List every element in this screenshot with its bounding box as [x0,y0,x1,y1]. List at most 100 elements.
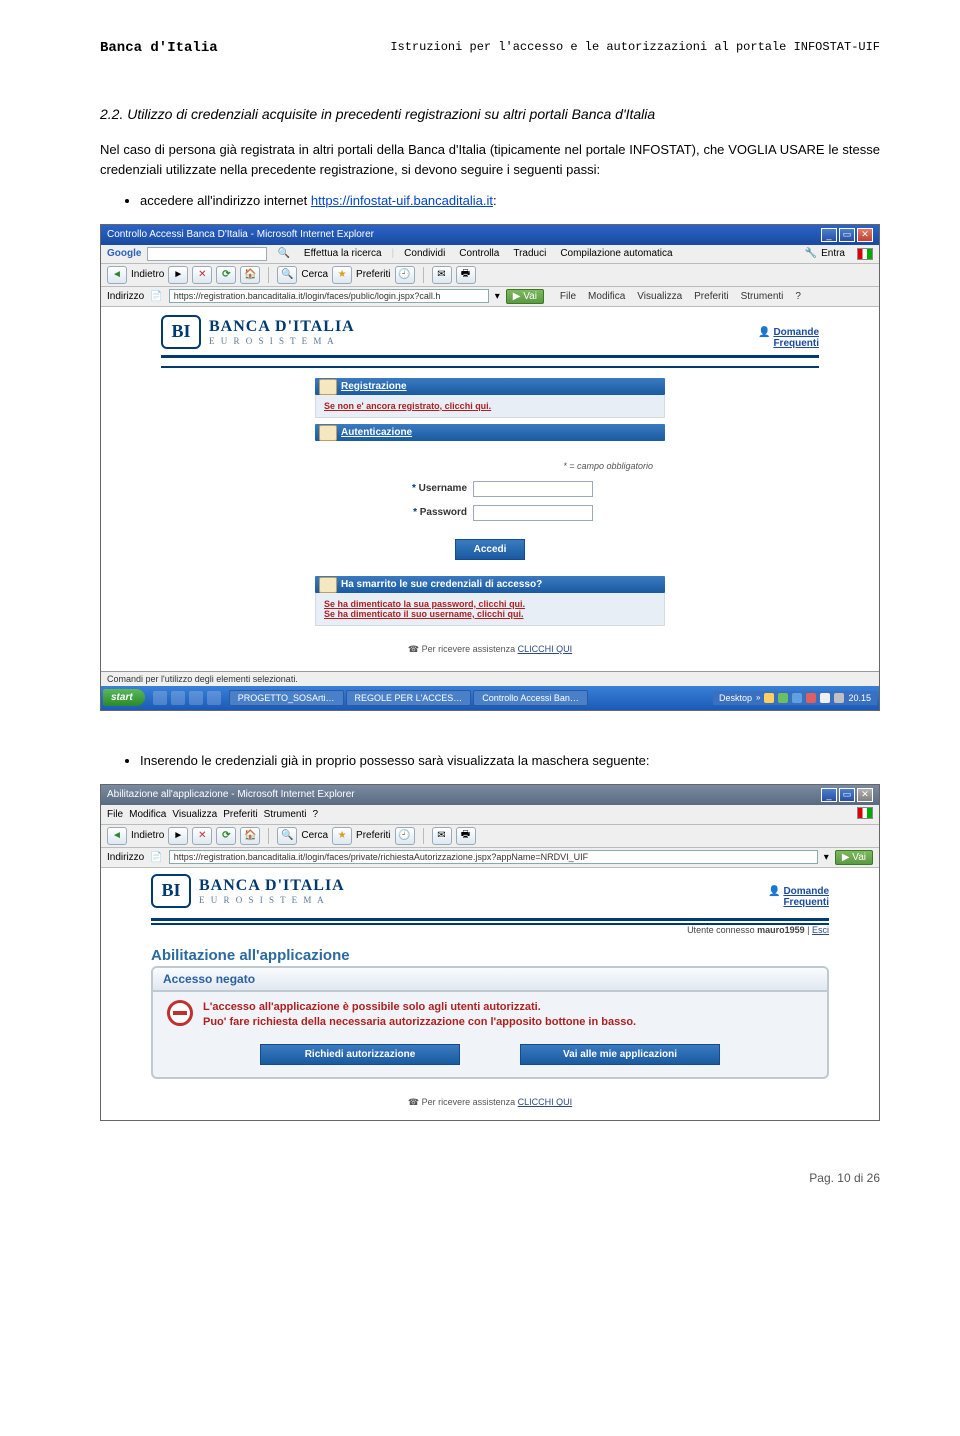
google-item[interactable]: Condividi [400,247,449,260]
ie-menubar-2: File Modifica Visualizza Preferiti Strum… [101,805,879,825]
assist-link-2[interactable]: CLICCHI QUI [518,1097,573,1107]
google-item[interactable]: Controlla [455,247,503,260]
ie-navbar-2: ◄ Indietro ► ✕ ⟳ 🏠 🔍 Cerca ★ Preferiti 🕘… [101,825,879,848]
menu-favorites[interactable]: Preferiti [694,291,728,302]
back-button[interactable]: ◄ [107,827,127,845]
app-title: Abilitazione all'applicazione [151,947,829,964]
username-input[interactable] [473,481,593,497]
step-2: Inserendo le credenziali già in proprio … [140,751,880,772]
forgot-username-link[interactable]: Se ha dimenticato il suo username, clicc… [324,609,524,619]
menu-file[interactable]: File [107,809,123,820]
ie-titlebar-2: Abilitazione all'applicazione - Microsof… [101,785,879,805]
my-apps-button[interactable]: Vai alle mie applicazioni [520,1044,720,1065]
google-item[interactable]: Effettua la ricerca [300,247,386,260]
maximize-button[interactable]: ▭ [839,788,855,802]
request-auth-button[interactable]: Richiedi autorizzazione [260,1044,460,1065]
google-item[interactable]: Compilazione automatica [556,247,676,260]
forgot-password-link[interactable]: Se ha dimenticato la sua password, clicc… [324,599,525,609]
registration-header[interactable]: Registrazione [315,378,665,395]
dropdown-icon[interactable]: ▾ [824,852,829,863]
menu-tools[interactable]: Strumenti [264,809,307,820]
history-button[interactable]: 🕘 [395,827,415,845]
menu-edit[interactable]: Modifica [588,291,625,302]
ql-icon[interactable] [189,691,203,705]
search-icon[interactable]: 🔍 [277,827,297,845]
favorites-label[interactable]: Preferiti [356,830,390,841]
faq-link[interactable]: 👤 Domande Frequenti [758,327,819,349]
history-button[interactable]: 🕘 [395,266,415,284]
ql-icon[interactable] [171,691,185,705]
favorites-label[interactable]: Preferiti [356,269,390,280]
maximize-button[interactable]: ▭ [839,228,855,242]
logo-icon: BI [161,315,201,349]
assist-link[interactable]: CLICCHI QUI [518,644,573,654]
mail-button[interactable]: ✉ [432,266,452,284]
menu-file[interactable]: File [560,291,576,302]
address-input[interactable]: https://registration.bancaditalia.it/log… [169,289,489,303]
assist-row: ☎ Per ricevere assistenza CLICCHI QUI [161,644,819,655]
stop-button[interactable]: ✕ [192,827,212,845]
register-link[interactable]: Se non e' ancora registrato, clicchi qui… [324,401,491,411]
close-button[interactable]: ✕ [857,228,873,242]
close-button[interactable]: ✕ [857,788,873,802]
password-label: Password [387,507,467,518]
google-search-btn[interactable]: 🔍 [273,247,293,260]
menu-favorites[interactable]: Preferiti [223,809,257,820]
lost-header: Ha smarrito le sue credenziali di access… [315,576,665,593]
tray-icon[interactable] [820,693,830,703]
logout-link[interactable]: Esci [812,925,829,935]
username-label: Username [387,483,467,494]
start-button[interactable]: start [103,689,145,706]
infostat-link[interactable]: https://infostat-uif.bancaditalia.it [311,193,493,208]
favorites-icon[interactable]: ★ [332,266,352,284]
menu-view[interactable]: Visualizza [172,809,217,820]
refresh-button[interactable]: ⟳ [216,266,236,284]
minimize-button[interactable]: _ [821,788,837,802]
search-icon[interactable]: 🔍 [277,266,297,284]
refresh-button[interactable]: ⟳ [216,827,236,845]
taskbar-item[interactable]: REGOLE PER L'ACCES… [346,690,472,706]
tray-icon[interactable] [792,693,802,703]
tray-icon[interactable] [834,693,844,703]
search-label[interactable]: Cerca [301,830,328,841]
menu-view[interactable]: Visualizza [637,291,682,302]
go-button[interactable]: ▶ Vai [506,289,544,304]
password-input[interactable] [473,505,593,521]
search-label[interactable]: Cerca [301,269,328,280]
menu-tools[interactable]: Strumenti [741,291,784,302]
ql-icon[interactable] [207,691,221,705]
go-button[interactable]: ▶ Vai [835,850,873,865]
menu-help[interactable]: ? [312,809,318,820]
forward-button[interactable]: ► [168,827,188,845]
address-input-2[interactable]: https://registration.bancaditalia.it/log… [169,850,818,864]
tray-icon[interactable] [778,693,788,703]
google-search-input[interactable] [147,247,267,261]
back-button[interactable]: ◄ [107,266,127,284]
back-label[interactable]: Indietro [131,269,164,280]
print-button[interactable]: 🖶 [456,827,476,845]
minimize-button[interactable]: _ [821,228,837,242]
home-button[interactable]: 🏠 [240,266,260,284]
taskbar-item[interactable]: PROGETTO_SOSArti… [229,690,344,706]
favorites-icon[interactable]: ★ [332,827,352,845]
faq-link-2[interactable]: 👤 Domande Frequenti [768,886,829,908]
login-button[interactable]: Accedi [455,539,526,560]
quick-launch [147,691,227,705]
forward-button[interactable]: ► [168,266,188,284]
dropdown-icon[interactable]: ▾ [495,291,500,302]
home-button[interactable]: 🏠 [240,827,260,845]
tray-icon[interactable] [764,693,774,703]
menu-edit[interactable]: Modifica [129,809,166,820]
back-label[interactable]: Indietro [131,830,164,841]
google-item[interactable]: Traduci [509,247,550,260]
tray-icon[interactable] [806,693,816,703]
stop-button[interactable]: ✕ [192,266,212,284]
menu-help[interactable]: ? [795,291,801,302]
ql-icon[interactable] [153,691,167,705]
print-button[interactable]: 🖶 [456,266,476,284]
taskbar-item[interactable]: Controllo Accessi Ban… [473,690,588,706]
mail-button[interactable]: ✉ [432,827,452,845]
flag-icon [857,807,873,822]
google-entra[interactable]: Entra [821,248,845,259]
denied-title: Accesso negato [153,968,827,992]
